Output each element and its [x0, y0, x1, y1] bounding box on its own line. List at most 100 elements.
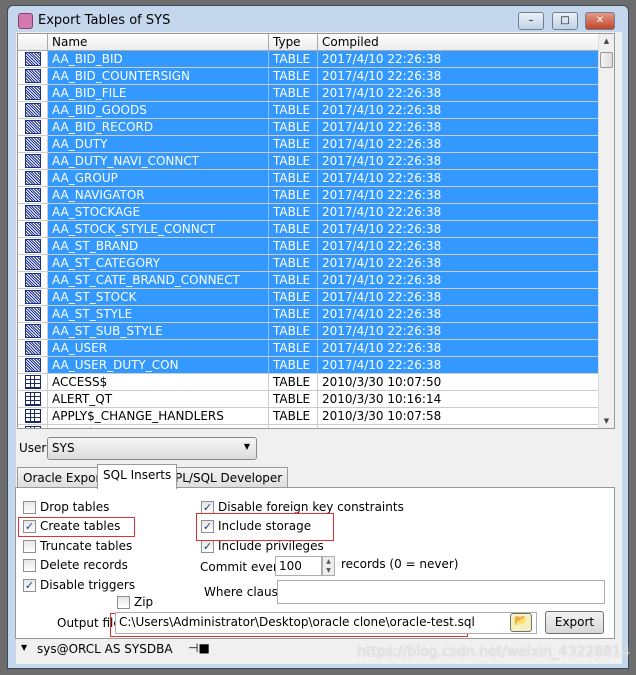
checkbox-box[interactable] [23, 558, 36, 572]
header-compiled[interactable]: Compiled [318, 34, 599, 51]
user-select[interactable]: SYS ▼ [47, 437, 257, 460]
checkbox-box[interactable] [23, 500, 36, 514]
row-compiled: 2017/4/10 22:26:38 [318, 187, 599, 203]
table-row[interactable]: AA_ST_BRAND TABLE 2017/4/10 22:26:38 [18, 238, 599, 255]
checkbox-box[interactable] [23, 539, 36, 553]
app-icon [18, 13, 33, 29]
commit-spinner[interactable]: ▲ ▼ [322, 556, 335, 576]
row-compiled: 2017/4/10 22:26:38 [318, 102, 599, 118]
tab-plsql-developer[interactable]: PL/SQL Developer [169, 467, 289, 488]
checkbox-label: Zip [134, 595, 154, 609]
row-type: TABLE [269, 68, 318, 84]
output-file-label: Output file [57, 616, 121, 630]
row-type: TABLE [269, 51, 318, 67]
zip-checkbox[interactable]: Zip [117, 595, 153, 609]
include-privileges-checkbox[interactable]: ✓ Include privileges [201, 539, 324, 553]
table-row[interactable]: AA_ST_STOCK TABLE 2017/4/10 22:26:38 [18, 289, 599, 306]
selected-table-icon [18, 136, 48, 152]
table-row[interactable]: AA_ST_CATEGORY TABLE 2017/4/10 22:26:38 [18, 255, 599, 272]
row-compiled: 2017/4/10 22:26:38 [318, 306, 599, 322]
pin-icon[interactable]: ⊣■ [188, 641, 210, 655]
row-type: TABLE [269, 204, 318, 220]
row-compiled: 2017/4/10 22:26:38 [318, 51, 599, 67]
header-type[interactable]: Type [269, 34, 318, 51]
truncate-tables-checkbox[interactable]: Truncate tables [23, 539, 132, 553]
table-row[interactable]: ACCESS$ TABLE 2010/3/30 10:07:50 [18, 374, 599, 391]
scroll-down-icon[interactable]: ▼ [599, 417, 614, 425]
row-type: TABLE [269, 272, 318, 288]
checkbox-label: Delete records [40, 558, 128, 572]
row-compiled: 2010/3/30 10:07:50 [318, 374, 599, 390]
row-compiled: 2017/4/10 22:26:38 [318, 204, 599, 220]
checkbox-label: Disable foreign key constraints [218, 500, 404, 514]
row-type: TABLE [269, 238, 318, 254]
export-button[interactable]: Export [545, 611, 604, 634]
row-compiled: 2010/3/30 10:07:58 [318, 408, 599, 424]
row-type: TABLE [269, 391, 318, 407]
scroll-thumb[interactable] [600, 52, 613, 68]
table-row[interactable]: AA_GROUP TABLE 2017/4/10 22:26:38 [18, 170, 599, 187]
checkbox-box[interactable]: ✓ [201, 539, 214, 553]
output-file-input[interactable]: C:\Users\Administrator\Desktop\oracle cl… [115, 612, 537, 634]
table-row[interactable]: APPLY$_CHANGE_HANDLERS TABLE 2010/3/30 1… [18, 408, 599, 425]
row-name: ALERT_QT [48, 391, 269, 407]
table-row[interactable]: AA_NAVIGATOR TABLE 2017/4/10 22:26:38 [18, 187, 599, 204]
drop-tables-checkbox[interactable]: Drop tables [23, 500, 109, 514]
table-row[interactable]: AA_BID_BID TABLE 2017/4/10 22:26:38 [18, 51, 599, 68]
table-row[interactable]: ALERT_QT TABLE 2010/3/30 10:16:14 [18, 391, 599, 408]
close-button[interactable]: ✕ [585, 12, 615, 30]
checkbox-box[interactable] [117, 595, 130, 609]
table-row[interactable]: AA_STOCK_STYLE_CONNCT TABLE 2017/4/10 22… [18, 221, 599, 238]
dropdown-arrow-icon[interactable]: ▼ [21, 643, 27, 652]
checkbox-box[interactable]: ✓ [201, 500, 214, 514]
checkbox-label: Truncate tables [40, 539, 133, 553]
checkbox-label: Disable triggers [40, 578, 136, 592]
row-name: AA_ST_CATE_BRAND_CONNECT [48, 272, 269, 288]
selected-table-icon [18, 340, 48, 356]
scroll-up-icon[interactable]: ▲ [599, 37, 614, 45]
where-clause-input[interactable] [277, 580, 605, 604]
table-row[interactable]: AA_ST_STYLE TABLE 2017/4/10 22:26:38 [18, 306, 599, 323]
table-row[interactable]: AA_BID_RECORD TABLE 2017/4/10 22:26:38 [18, 119, 599, 136]
disable-fk-checkbox[interactable]: ✓ Disable foreign key constraints [201, 500, 404, 514]
row-compiled: 2017/4/10 22:26:38 [318, 136, 599, 152]
row-type: TABLE [269, 153, 318, 169]
vertical-scrollbar[interactable]: ▲ ▼ [598, 34, 614, 428]
table-row[interactable]: AA_USER TABLE 2017/4/10 22:26:38 [18, 340, 599, 357]
row-name: AA_ST_SUB_STYLE [48, 323, 269, 339]
folder-open-icon[interactable]: 📂 [510, 613, 532, 632]
row-compiled: 2017/4/10 22:26:38 [318, 170, 599, 186]
selected-table-icon [18, 102, 48, 118]
row-name: AA_STOCK_STYLE_CONNCT [48, 221, 269, 237]
row-name: AA_ST_CATEGORY [48, 255, 269, 271]
row-type: TABLE [269, 119, 318, 135]
selected-table-icon [18, 306, 48, 322]
commit-input[interactable]: 100 [275, 556, 322, 576]
row-name: AA_GROUP [48, 170, 269, 186]
table-row[interactable]: AA_DUTY TABLE 2017/4/10 22:26:38 [18, 136, 599, 153]
selected-table-icon [18, 238, 48, 254]
minimize-button[interactable]: – [518, 12, 544, 30]
table-row[interactable]: AA_ST_SUB_STYLE TABLE 2017/4/10 22:26:38 [18, 323, 599, 340]
row-name: AA_USER_DUTY_CON [48, 357, 269, 373]
tab-sql-inserts[interactable]: SQL Inserts [97, 464, 178, 489]
table-row[interactable]: AA_ST_CATE_BRAND_CONNECT TABLE 2017/4/10… [18, 272, 599, 289]
row-type: TABLE [269, 187, 318, 203]
header-name[interactable]: Name [48, 34, 269, 51]
connection-label: sys@ORCL AS SYSDBA [37, 642, 173, 656]
table-row[interactable]: AA_STOCKAGE TABLE 2017/4/10 22:26:38 [18, 204, 599, 221]
table-row[interactable]: AA_BID_COUNTERSIGN TABLE 2017/4/10 22:26… [18, 68, 599, 85]
checkbox-box[interactable]: ✓ [23, 578, 36, 592]
delete-records-checkbox[interactable]: Delete records [23, 558, 128, 572]
maximize-button[interactable]: □ [552, 12, 578, 30]
table-row[interactable]: AA_DUTY_NAVI_CONNCT TABLE 2017/4/10 22:2… [18, 153, 599, 170]
table-row[interactable]: AA_BID_GOODS TABLE 2017/4/10 22:26:38 [18, 102, 599, 119]
table-row[interactable]: APPLY$_CONF_HDLR_COLUMNS TABLE 2010/3/30… [18, 425, 599, 428]
table-row[interactable]: AA_BID_FILE TABLE 2017/4/10 22:26:38 [18, 85, 599, 102]
highlight-create-tables [18, 517, 135, 537]
row-compiled: 2017/4/10 22:26:38 [318, 68, 599, 84]
user-label: User [19, 441, 47, 455]
table-row[interactable]: AA_USER_DUTY_CON TABLE 2017/4/10 22:26:3… [18, 357, 599, 374]
row-type: TABLE [269, 374, 318, 390]
disable-triggers-checkbox[interactable]: ✓ Disable triggers [23, 578, 135, 592]
